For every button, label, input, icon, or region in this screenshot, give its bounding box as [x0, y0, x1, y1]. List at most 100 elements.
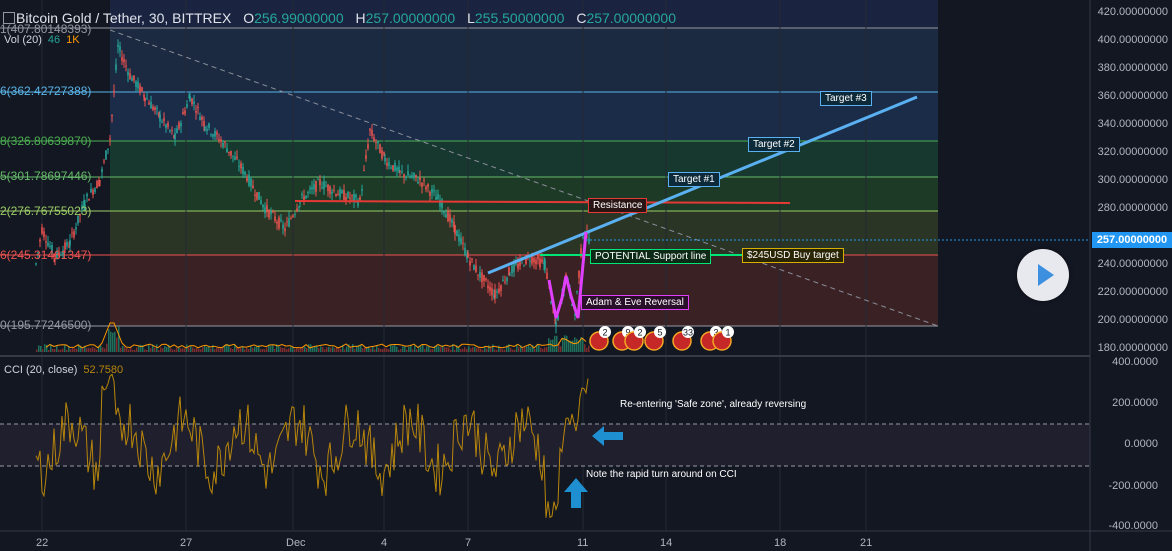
- candle-body: [333, 190, 335, 192]
- candle-body: [278, 217, 280, 229]
- buy-target-label[interactable]: $245USD Buy target: [742, 248, 844, 263]
- candle-body: [483, 275, 485, 281]
- candle-body: [363, 169, 365, 171]
- fib-label: 6(362.42727388): [0, 84, 92, 98]
- candle-body: [319, 179, 321, 186]
- volume-bar: [308, 344, 310, 352]
- volume-bar: [272, 345, 274, 352]
- candle-body: [264, 207, 266, 214]
- adam-eve-label[interactable]: Adam & Eve Reversal: [581, 295, 689, 310]
- current-price-tag: 257.00000000: [1092, 232, 1172, 248]
- price-tick: 380.00000000: [1097, 62, 1168, 74]
- volume-bar: [266, 347, 268, 352]
- volume-bar: [572, 340, 574, 352]
- candle-body: [167, 123, 169, 127]
- rapid-turn-note[interactable]: Note the rapid turn around on CCI: [586, 469, 737, 480]
- price-tick: 360.00000000: [1097, 90, 1168, 102]
- volume-bar: [42, 349, 44, 352]
- volume-bar: [88, 347, 90, 352]
- candle-body: [409, 176, 411, 178]
- volume-bar: [438, 346, 440, 352]
- volume-bar: [230, 347, 232, 352]
- volume-bar: [274, 348, 276, 352]
- volume-bar: [50, 344, 52, 352]
- candle-body: [152, 106, 154, 110]
- candle-body: [41, 227, 43, 234]
- volume-bar: [162, 348, 164, 352]
- resistance-label[interactable]: Resistance: [588, 198, 648, 213]
- volume-bar: [514, 349, 516, 352]
- volume-bar: [202, 347, 204, 352]
- candle-body: [113, 90, 115, 93]
- volume-bar: [574, 337, 576, 352]
- target-3-label[interactable]: Target #3: [820, 91, 872, 106]
- volume-bar: [54, 348, 56, 352]
- candle-body: [109, 138, 111, 140]
- volume-bar: [406, 349, 408, 352]
- cci-legend[interactable]: CCI (20, close) 52.7580: [4, 364, 123, 376]
- volume-bar: [466, 349, 468, 352]
- candle-body: [502, 279, 504, 282]
- candle-body: [115, 64, 117, 71]
- volume-bar: [526, 346, 528, 352]
- volume-bar: [100, 345, 102, 352]
- candle-body: [511, 265, 513, 274]
- volume-bar: [304, 346, 306, 352]
- candle-body: [230, 150, 232, 156]
- candle-body: [101, 168, 103, 173]
- event-badges[interactable]: 2 9 2 5 33 3 1: [589, 326, 734, 351]
- volume-bar: [116, 337, 118, 352]
- candle-body: [49, 245, 51, 248]
- volume-bar: [410, 345, 412, 352]
- candle-body: [240, 163, 242, 169]
- volume-bar: [148, 344, 150, 352]
- volume-bar: [468, 346, 470, 352]
- volume-bar: [128, 349, 130, 352]
- volume-bar: [262, 349, 264, 352]
- candle-body: [390, 167, 392, 169]
- candle-body: [367, 144, 369, 149]
- support-label[interactable]: POTENTIAL Support line: [590, 249, 712, 264]
- candle-body: [258, 191, 260, 200]
- volume-bar: [118, 326, 120, 352]
- volume-bar: [190, 345, 192, 352]
- candle-body: [343, 190, 345, 201]
- event-count-text: 2: [602, 328, 607, 338]
- volume-bar: [240, 347, 242, 352]
- candle-body: [248, 174, 250, 186]
- target-1-label[interactable]: Target #1: [668, 172, 720, 187]
- volume-bar: [102, 347, 104, 352]
- candle-body: [578, 270, 580, 278]
- candle-body: [392, 165, 394, 171]
- candle-body: [509, 274, 511, 276]
- candle-body: [184, 110, 186, 114]
- volume-bar: [412, 349, 414, 352]
- candle-body: [582, 236, 584, 239]
- volume-bar: [228, 345, 230, 352]
- candle-body: [357, 202, 359, 206]
- candle-body: [127, 71, 129, 76]
- volume-bar: [254, 346, 256, 352]
- volume-bar: [454, 349, 456, 352]
- candle-body: [206, 128, 208, 132]
- candle-body: [460, 237, 462, 244]
- volume-bar: [288, 348, 290, 352]
- play-button[interactable]: [1017, 249, 1069, 301]
- candle-body: [405, 176, 407, 179]
- time-tick: 21: [860, 537, 873, 549]
- candle-body: [317, 179, 319, 181]
- volume-bar: [206, 346, 208, 352]
- volume-bar: [66, 349, 68, 352]
- candle-body: [458, 234, 460, 242]
- volume-bar: [556, 335, 558, 352]
- volume-bar: [104, 348, 106, 352]
- safe-zone-note[interactable]: Re-entering 'Safe zone', already reversi…: [620, 399, 806, 410]
- target-2-label[interactable]: Target #2: [748, 137, 800, 152]
- candle-body: [260, 200, 262, 205]
- candle-body: [125, 65, 127, 67]
- candle-body: [479, 271, 481, 278]
- candle-body: [539, 258, 541, 268]
- candle-body: [244, 171, 246, 175]
- candle-body: [212, 134, 214, 137]
- volume-bar: [540, 347, 542, 352]
